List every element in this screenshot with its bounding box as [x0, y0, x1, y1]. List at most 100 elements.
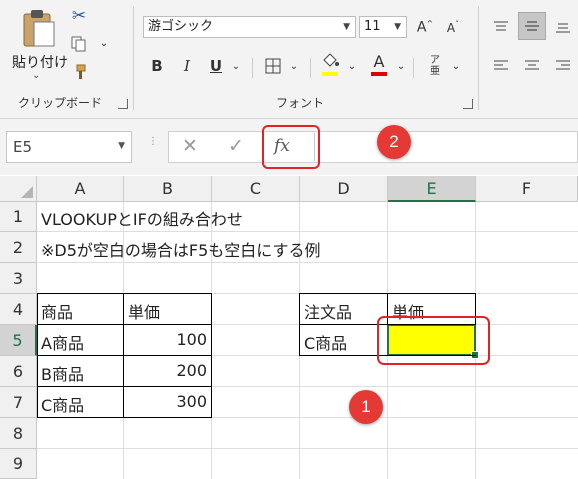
clipboard-launcher-icon[interactable] — [118, 99, 128, 109]
align-bottom-button[interactable] — [552, 16, 574, 38]
italic-button[interactable]: I — [177, 55, 197, 77]
phonetic-guide-button[interactable]: ア亜 — [424, 54, 446, 78]
clipboard-group-label: クリップボード — [18, 96, 103, 110]
row-header-5[interactable]: 5 — [0, 325, 37, 356]
row-header-3[interactable]: 3 — [0, 263, 37, 294]
underline-icon: U — [209, 57, 223, 75]
font-color-button[interactable]: A — [367, 52, 391, 78]
font-name-dropdown-icon: ▼ — [343, 22, 350, 32]
cut-button[interactable]: ✂ — [68, 6, 90, 26]
align-left-button[interactable] — [490, 55, 512, 77]
cell-b4[interactable]: 単価 — [124, 299, 164, 323]
phonetic-dropdown-icon[interactable]: ⌄ — [450, 57, 462, 75]
confirm-entry-button[interactable]: ✓ — [228, 135, 244, 157]
font-color-icon: A — [373, 52, 385, 71]
paste-label: 貼り付け — [12, 55, 68, 71]
name-box-value: E5 — [13, 138, 33, 156]
copy-dropdown-icon[interactable]: ⌄ — [98, 36, 110, 50]
bold-button[interactable]: B — [147, 55, 167, 77]
borders-icon — [265, 58, 281, 74]
align-top-icon — [494, 21, 508, 31]
font-launcher-icon[interactable] — [463, 99, 473, 109]
cell-a4[interactable]: 商品 — [37, 299, 77, 323]
paste-button[interactable]: 貼り付け ⌄ — [8, 6, 68, 86]
italic-icon: I — [184, 57, 190, 75]
underline-button[interactable]: U — [206, 55, 226, 77]
cell-a7[interactable]: C商品 — [37, 392, 88, 416]
row-header-9[interactable]: 9 — [0, 449, 37, 479]
borders-button[interactable] — [262, 55, 284, 77]
font-name-value: 游ゴシック — [148, 19, 214, 34]
increase-font-icon: A^ — [416, 18, 434, 36]
highlight-cell-e5 — [377, 316, 490, 365]
cell-b5[interactable]: 100 — [124, 330, 211, 349]
fill-color-button[interactable] — [318, 52, 342, 78]
column-header-c[interactable]: C — [212, 176, 300, 202]
row-header-8[interactable]: 8 — [0, 418, 37, 449]
scissors-icon: ✂ — [71, 6, 87, 26]
paste-dropdown-icon[interactable]: ⌄ — [32, 70, 40, 81]
cell-a2[interactable]: ※D5が空白の場合はF5も空白にする例 — [37, 237, 324, 261]
select-all-button[interactable] — [0, 176, 37, 202]
column-header-e[interactable]: E — [388, 176, 476, 202]
font-size-value: 11 — [364, 19, 381, 34]
underline-dropdown-icon[interactable]: ⌄ — [230, 57, 242, 75]
annotation-badge-2: 2 — [377, 125, 411, 159]
align-top-button[interactable] — [490, 16, 512, 38]
column-header-d[interactable]: D — [300, 176, 388, 202]
row-header-1[interactable]: 1 — [0, 202, 37, 232]
align-middle-icon — [525, 21, 539, 31]
fill-color-dropdown-icon[interactable]: ⌄ — [346, 57, 358, 75]
align-right-icon — [556, 60, 570, 70]
cell-a5[interactable]: A商品 — [37, 330, 88, 354]
paint-bucket-icon — [323, 53, 339, 67]
annotation-badge-1: 1 — [349, 390, 383, 424]
column-header-f[interactable]: F — [476, 176, 578, 202]
align-right-button[interactable] — [552, 55, 574, 77]
font-color-swatch — [371, 72, 387, 76]
paintbrush-icon — [76, 64, 86, 79]
copy-icon — [71, 36, 86, 52]
formula-input[interactable] — [322, 136, 572, 158]
cell-d5[interactable]: C商品 — [300, 330, 351, 354]
cell-b7[interactable]: 300 — [124, 392, 211, 411]
fill-color-swatch — [322, 72, 338, 76]
name-box[interactable]: E5 ▼ — [6, 131, 132, 163]
font-name-combo[interactable]: 游ゴシック ▼ — [143, 16, 356, 38]
decrease-font-size-button[interactable]: Aˇ — [442, 16, 464, 38]
phonetic-guide-icon: ア亜 — [430, 55, 440, 77]
highlight-fx-button — [262, 125, 320, 169]
row-header-2[interactable]: 2 — [0, 232, 37, 263]
cell-d4[interactable]: 注文品 — [300, 299, 356, 323]
cell-a6[interactable]: B商品 — [37, 361, 88, 385]
column-header-a[interactable]: A — [37, 176, 124, 202]
clipboard-paste-icon — [23, 10, 55, 47]
format-painter-button[interactable] — [68, 62, 90, 82]
worksheet-grid: A B C D E F 1 2 3 4 5 6 7 8 9 VLOOKUPとIF… — [0, 176, 578, 479]
cell-a1[interactable]: VLOOKUPとIFの組み合わせ — [37, 206, 247, 230]
formula-bar-grip-icon: ⋮ — [148, 136, 158, 147]
align-center-icon — [525, 60, 539, 70]
align-bottom-icon — [556, 23, 570, 33]
font-color-dropdown-icon[interactable]: ⌄ — [395, 57, 407, 75]
cancel-entry-button[interactable]: ✕ — [182, 135, 198, 157]
row-header-7[interactable]: 7 — [0, 387, 37, 418]
cell-b6[interactable]: 200 — [124, 361, 211, 380]
bold-icon: B — [151, 57, 163, 75]
align-center-button[interactable] — [521, 55, 543, 77]
select-all-triangle-icon — [21, 186, 33, 198]
align-middle-button[interactable] — [518, 12, 546, 40]
font-size-dropdown-icon: ▼ — [394, 22, 401, 32]
borders-dropdown-icon[interactable]: ⌄ — [288, 57, 300, 75]
align-left-icon — [494, 60, 508, 70]
name-box-dropdown-icon[interactable]: ▼ — [118, 141, 125, 151]
font-size-combo[interactable]: 11 ▼ — [359, 16, 407, 38]
increase-font-size-button[interactable]: A^ — [414, 16, 436, 38]
decrease-font-icon: Aˇ — [446, 19, 460, 35]
column-header-b[interactable]: B — [124, 176, 212, 202]
row-header-4[interactable]: 4 — [0, 294, 37, 325]
row-header-6[interactable]: 6 — [0, 356, 37, 387]
ribbon: 貼り付け ⌄ ✂ ⌄ クリップボード 游ゴシック ▼ 11 ▼ A^ Aˇ B … — [0, 0, 578, 119]
font-group-label: フォント — [276, 96, 325, 110]
copy-button[interactable] — [68, 34, 90, 54]
